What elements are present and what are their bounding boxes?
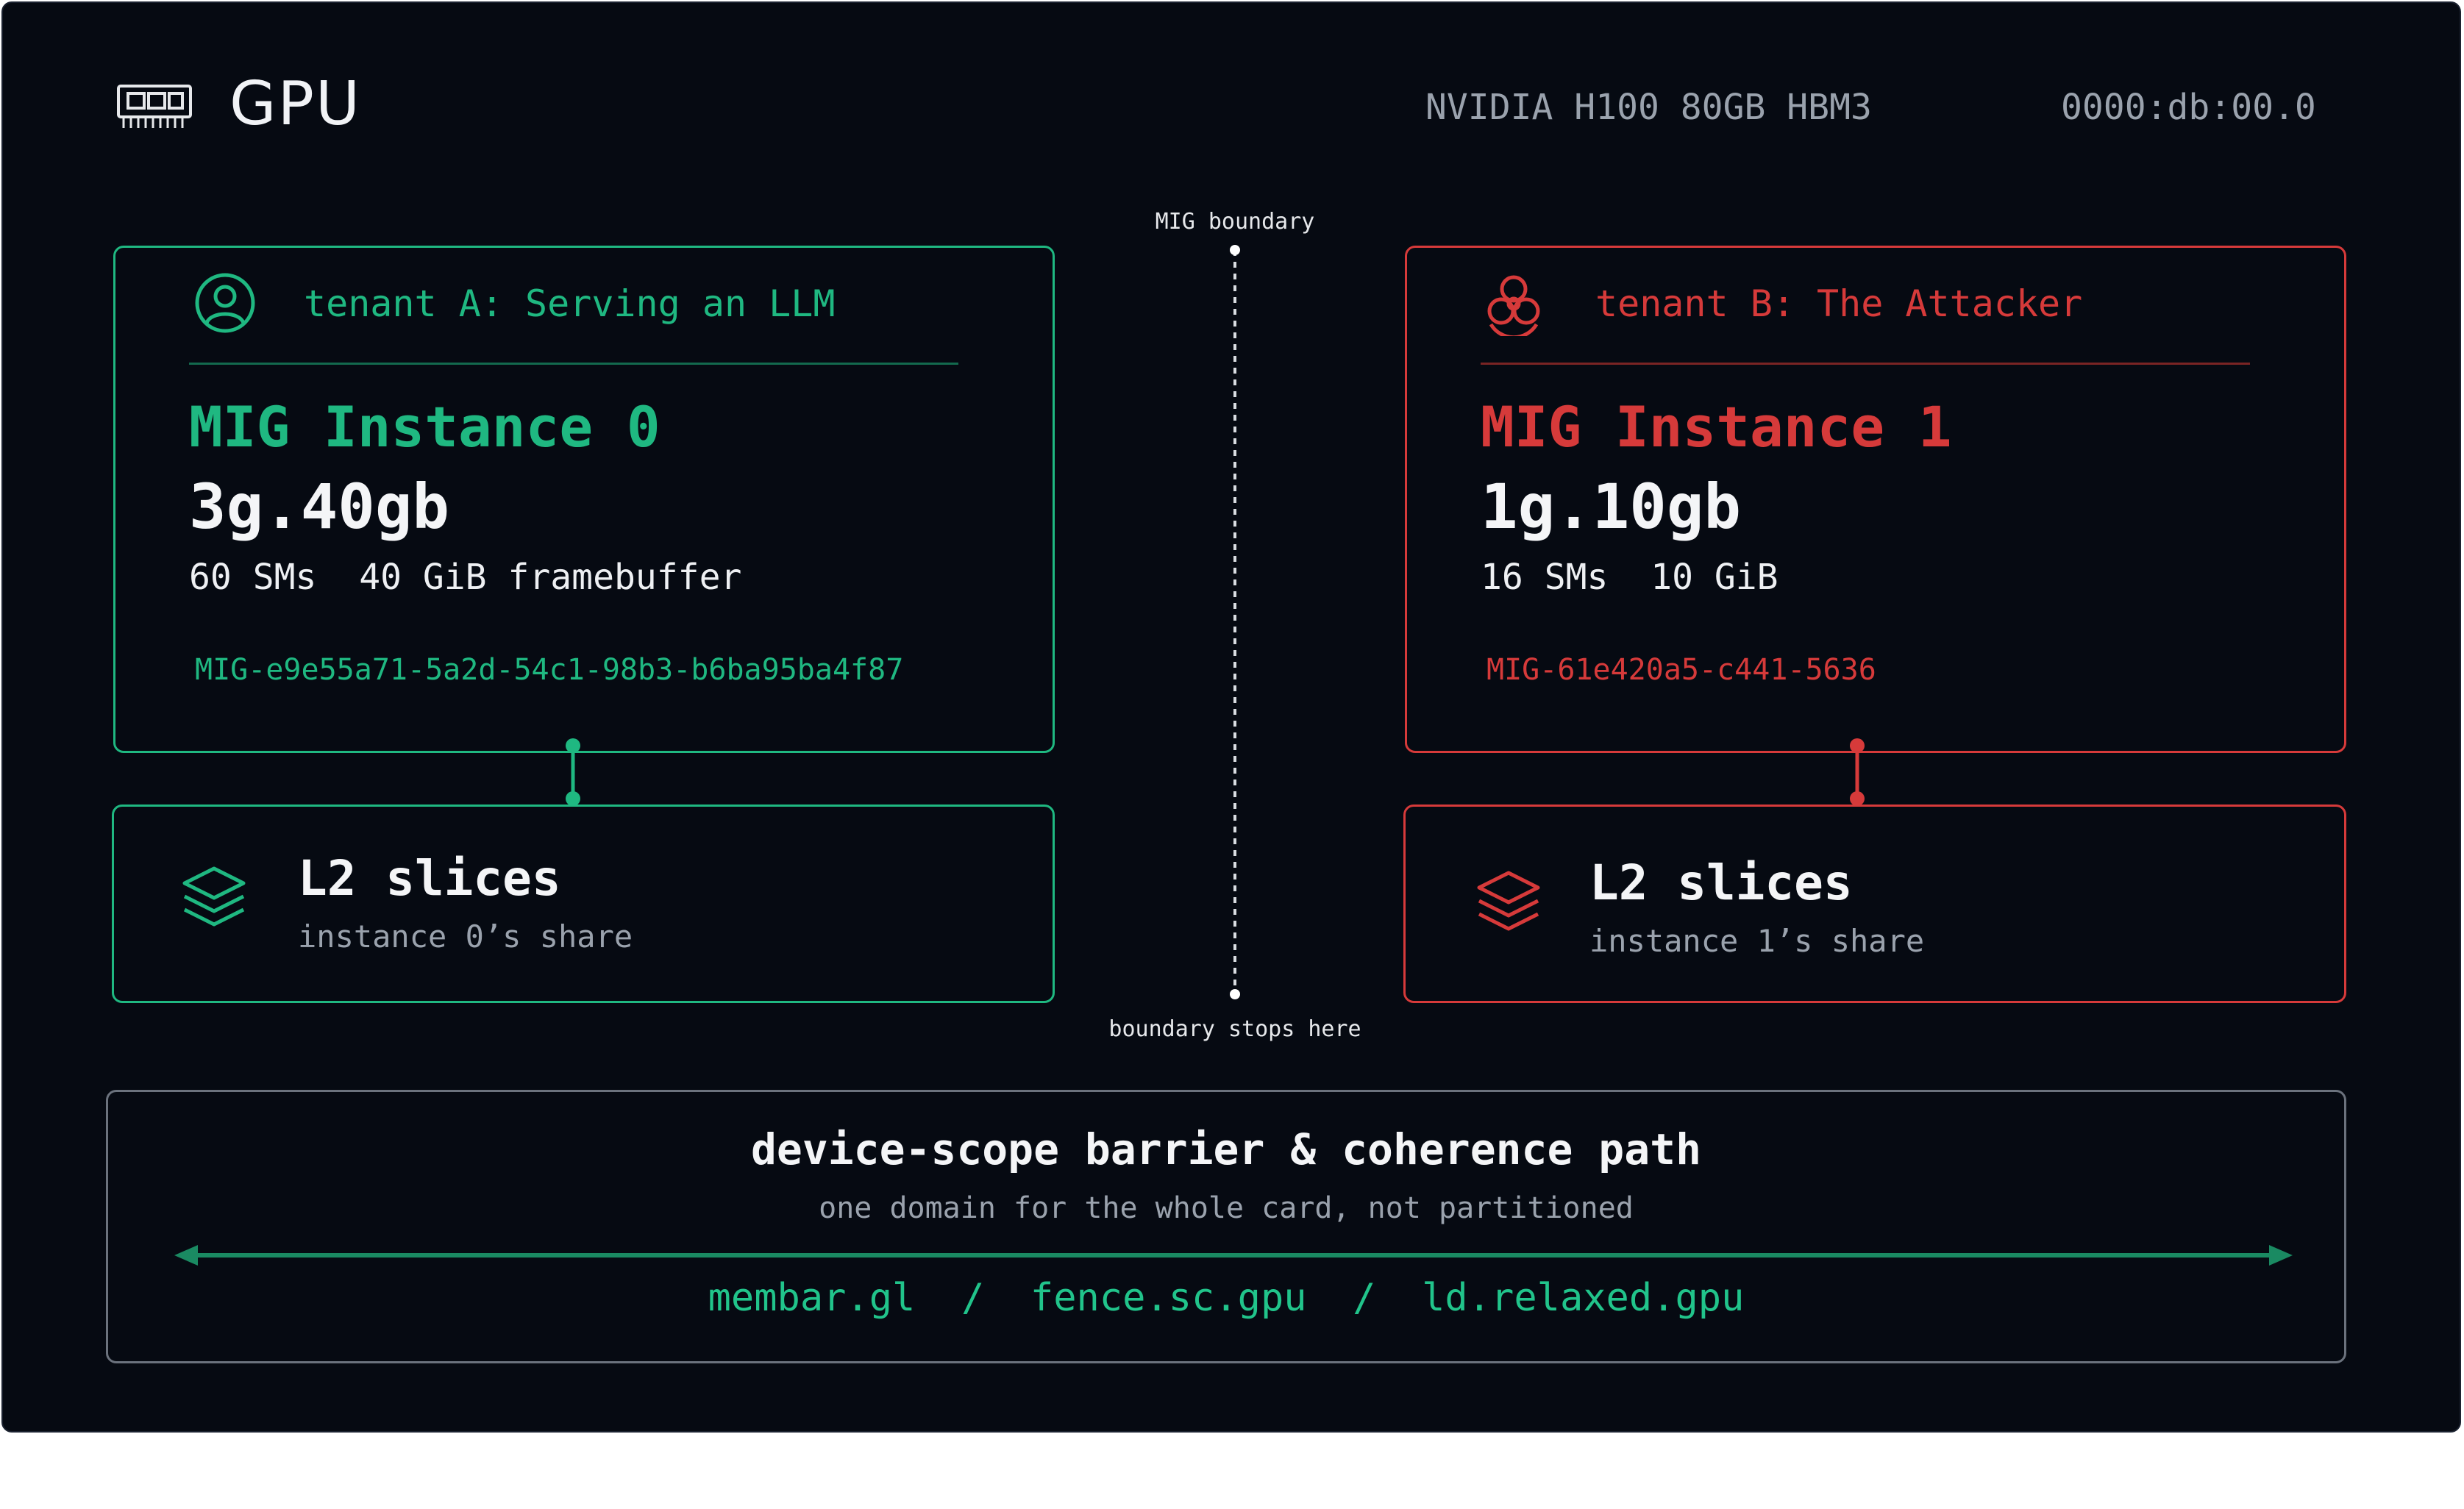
mig-boundary-line [1230, 245, 1240, 999]
gpu-model-label: NVIDIA H100 80GB HBM3 [1425, 87, 1872, 128]
mig-instance-0-uuid: MIG-e9e55a71-5a2d-54c1-98b3-b6ba95ba4f87 [195, 653, 904, 687]
mig-instance-0-resources: 60 SMs 40 GiB framebuffer [189, 557, 742, 598]
l2-slices-b-box: L2 slices instance 1’s share [1403, 805, 2346, 1003]
barrier-title: device-scope barrier & coherence path [750, 1124, 1701, 1174]
gpu-title: GPU [229, 69, 362, 139]
l2-slices-a-title: L2 slices [298, 850, 561, 907]
mig-instance-1-resources: 16 SMs 10 GiB [1481, 557, 1778, 598]
l2-slices-a-subtitle: instance 0’s share [298, 918, 633, 955]
tenant-a-name: tenant A: Serving an LLM [304, 282, 836, 325]
biohazard-icon [1487, 275, 1540, 336]
l2-slices-b-subtitle: instance 1’s share [1589, 923, 1925, 959]
gpu-pci-address: 0000:db:00.0 [2061, 87, 2316, 128]
tenant-b-l2-connector [1850, 738, 1865, 806]
mig-instance-1-name: MIG Instance 1 [1481, 394, 1952, 460]
l2-slices-b-title: L2 slices [1589, 855, 1853, 911]
boundary-stops-label: boundary stops here [1108, 1016, 1361, 1042]
barrier-path-box: device-scope barrier & coherence path on… [106, 1090, 2346, 1363]
tenant-a-box: tenant A: Serving an LLM MIG Instance 0 … [113, 246, 1055, 753]
mig-instance-1-uuid: MIG-61e420a5-c441-5636 [1486, 653, 1876, 687]
mig-instance-0-profile: 3g.40gb [189, 471, 450, 543]
barrier-double-arrow [174, 1245, 2293, 1266]
mig-instance-0-name: MIG Instance 0 [189, 394, 660, 460]
barrier-ops: membar.gl / fence.sc.gpu / ld.relaxed.gp… [708, 1276, 1745, 1320]
mig-instance-1-profile: 1g.10gb [1481, 471, 1742, 543]
tenant-b-divider [1481, 363, 2250, 365]
l2-slices-a-box: L2 slices instance 0’s share [112, 805, 1055, 1003]
gpu-diagram-card: GPU NVIDIA H100 80GB HBM3 0000:db:00.0 M… [1, 1, 2461, 1433]
mig-boundary-label: MIG boundary [1155, 209, 1315, 235]
tenant-a-divider [189, 363, 958, 365]
tenant-b-box: tenant B: The Attacker MIG Instance 1 1g… [1405, 246, 2346, 753]
user-icon [195, 273, 255, 333]
tenant-a-l2-connector [566, 738, 580, 806]
gpu-chip-icon [117, 85, 192, 128]
tenant-b-name: tenant B: The Attacker [1595, 282, 2083, 325]
layers-icon [1477, 871, 1540, 931]
barrier-subtitle: one domain for the whole card, not parti… [819, 1191, 1634, 1225]
layers-icon [182, 866, 246, 927]
